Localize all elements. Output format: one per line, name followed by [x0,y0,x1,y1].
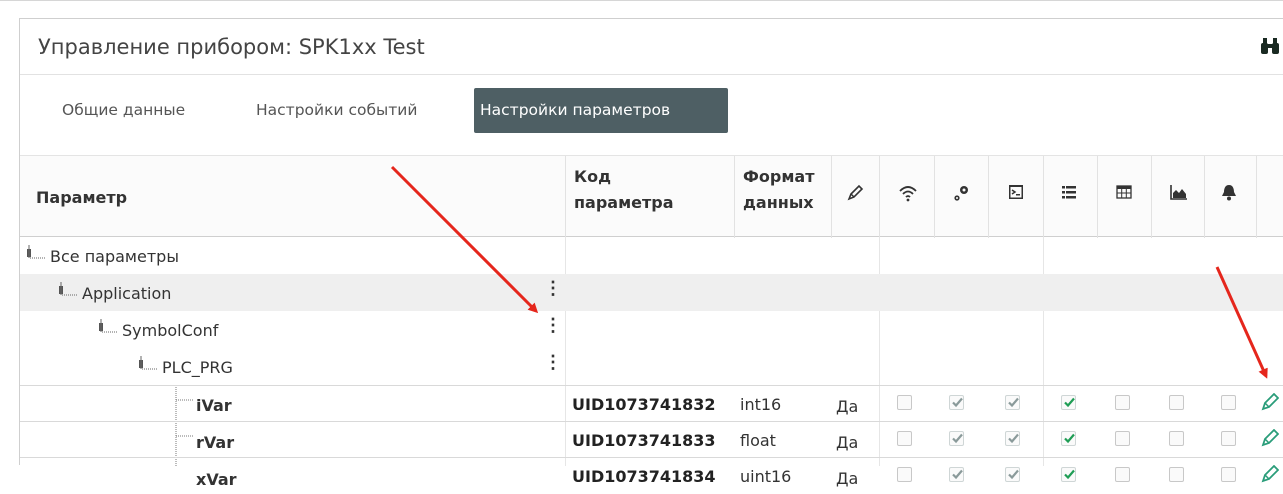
edit-icon[interactable] [1261,429,1279,447]
table-row[interactable]: xVar UID1073741834 uint16 Да [20,457,1283,494]
checkbox[interactable] [897,467,912,482]
panel-header: Управление прибором: SPK1xx Test [20,19,1283,75]
col-code-line2: параметра [574,193,674,212]
edit-icon[interactable] [1261,393,1279,411]
tree-label-plc-prg: PLC_PRG [162,358,233,377]
col-code-line1: Код [574,167,611,186]
col-format[interactable]: Формат данных [734,156,831,238]
tree-label-root: Все параметры [50,247,179,266]
param-flag: Да [836,433,859,452]
tab-events[interactable]: Настройки событий [256,88,417,133]
checkbox[interactable] [1221,467,1236,482]
col-format-line1: Формат [743,167,815,186]
tree-toggle-icon[interactable] [56,282,78,302]
tree-toggle-icon[interactable] [96,319,118,339]
param-flag: Да [836,397,859,416]
table-header: Параметр Код параметра Формат данных [20,155,1283,238]
col-list[interactable] [1043,156,1097,238]
tree-label-symbolconf: SymbolConf [122,321,219,340]
wifi-icon [899,186,917,202]
col-bell[interactable] [1204,156,1256,238]
checkbox[interactable] [1005,467,1020,482]
device-panel: Управление прибором: SPK1xx Test Общие д… [19,18,1283,489]
row-menu-icon[interactable]: ⋮ [544,353,562,371]
checkbox[interactable] [1005,431,1020,446]
col-code[interactable]: Код параметра [565,156,734,238]
checkbox[interactable] [1221,395,1236,410]
page-title: Управление прибором: SPK1xx Test [38,35,425,59]
param-name: xVar [196,470,237,489]
table-row[interactable]: iVar UID1073741832 int16 Да [20,385,1283,422]
param-format: int16 [740,395,782,414]
param-code: UID1073741834 [572,467,716,486]
col-table[interactable] [1097,156,1151,238]
list-icon [1062,186,1076,199]
param-code: UID1073741832 [572,395,716,414]
tree-toggle-icon[interactable] [24,245,46,265]
checkbox[interactable] [1221,431,1236,446]
binoculars-icon[interactable] [1260,37,1280,55]
tree-row-root[interactable]: Все параметры [20,237,1283,274]
param-code: UID1073741833 [572,431,716,450]
col-actions [1256,156,1283,238]
tree-row-plc-prg[interactable]: PLC_PRG ⋮ [20,348,1283,385]
tree-label-application: Application [82,284,172,303]
tree-toggle-icon[interactable] [136,356,158,376]
col-format-line2: данных [743,193,814,212]
col-gears[interactable] [934,156,988,238]
table-row[interactable]: rVar UID1073741833 float Да [20,421,1283,458]
tree-row-application[interactable]: Application ⋮ [20,274,1283,311]
checkbox[interactable] [1169,467,1184,482]
edit-icon [847,184,864,201]
col-terminal[interactable] [988,156,1043,238]
terminal-icon [1009,185,1023,199]
checkbox[interactable] [949,431,964,446]
param-format: uint16 [740,467,792,486]
checkbox[interactable] [1005,395,1020,410]
checkbox[interactable] [1169,431,1184,446]
edit-icon[interactable] [1261,465,1279,483]
col-edit[interactable] [831,156,879,238]
checkbox[interactable] [897,431,912,446]
col-area-chart[interactable] [1151,156,1204,238]
col-wifi[interactable] [879,156,934,238]
param-name: iVar [196,396,232,415]
tree-row-symbolconf[interactable]: SymbolConf ⋮ [20,311,1283,348]
area-chart-icon [1170,185,1187,200]
col-parameter[interactable]: Параметр [36,187,127,208]
checkbox[interactable] [949,395,964,410]
tabs-bar: Общие данные Настройки событий Настройки… [20,75,1283,155]
checkbox[interactable] [1061,431,1076,446]
bell-icon [1222,185,1236,201]
gears-icon [954,186,968,201]
checkbox[interactable] [949,467,964,482]
param-format: float [740,431,776,450]
checkbox[interactable] [1061,395,1076,410]
parameters-table: Параметр Код параметра Формат данных Все… [20,155,1283,489]
table-icon [1116,185,1132,199]
checkbox[interactable] [1115,467,1130,482]
checkbox[interactable] [1061,467,1076,482]
checkbox[interactable] [1115,395,1130,410]
checkbox[interactable] [897,395,912,410]
tab-parameters[interactable]: Настройки параметров [474,88,728,133]
param-flag: Да [836,469,859,488]
tab-general[interactable]: Общие данные [62,88,185,133]
row-menu-icon[interactable]: ⋮ [544,316,562,334]
top-border [0,0,1283,1]
checkbox[interactable] [1169,395,1184,410]
row-menu-icon[interactable]: ⋮ [544,279,562,297]
checkbox[interactable] [1115,431,1130,446]
param-name: rVar [196,433,235,452]
